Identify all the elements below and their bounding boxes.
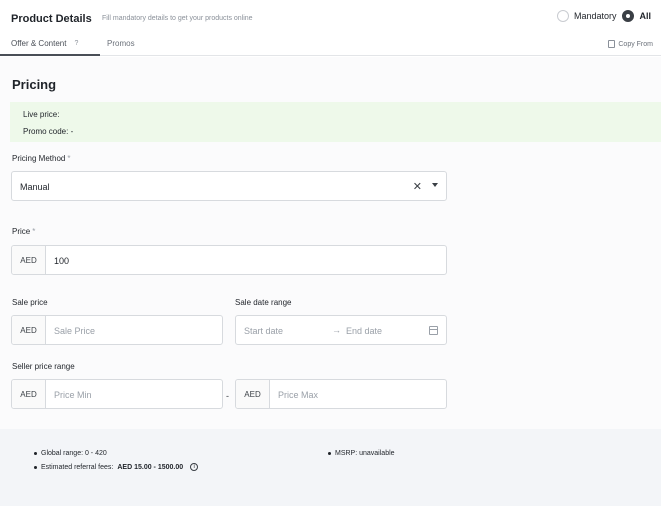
msrp-text: MSRP: unavailable bbox=[328, 450, 395, 457]
price-currency-addon: AED bbox=[12, 246, 46, 274]
live-price-text: Live price: bbox=[23, 110, 60, 119]
date-range-arrow: → bbox=[332, 325, 341, 335]
promo-code-text: Promo code: - bbox=[23, 127, 74, 136]
sale-price-input[interactable]: AED Sale Price bbox=[11, 315, 223, 345]
pricing-method-value: Manual bbox=[20, 182, 50, 192]
price-value[interactable]: 100 bbox=[54, 256, 69, 266]
header: Product Details Fill mandatory details t… bbox=[0, 0, 661, 34]
start-date-input[interactable]: Start date bbox=[244, 326, 283, 336]
price-max-input[interactable]: AED Price Max bbox=[235, 379, 447, 409]
price-label: Price * bbox=[12, 227, 36, 236]
page-title: Product Details bbox=[11, 13, 92, 25]
sale-date-range-picker[interactable]: Start date → End date bbox=[235, 315, 447, 345]
page-subtitle: Fill mandatory details to get your produ… bbox=[102, 15, 253, 22]
chevron-down-icon[interactable] bbox=[432, 183, 438, 187]
radio-label-mandatory: Mandatory bbox=[573, 11, 617, 21]
referral-fees-label: Estimated referral fees: bbox=[41, 463, 114, 471]
referral-fees-text: Estimated referral fees: AED 15.00 - 150… bbox=[34, 463, 199, 471]
range-separator: - bbox=[226, 391, 229, 401]
radio-circle-mandatory[interactable] bbox=[556, 10, 569, 22]
radio-all[interactable]: All bbox=[622, 10, 651, 22]
sale-price-currency-addon: AED bbox=[12, 316, 46, 344]
price-max-currency-addon: AED bbox=[236, 380, 270, 408]
tab-bar: Offer & Content ? Promos Copy From bbox=[0, 34, 661, 56]
price-min-placeholder[interactable]: Price Min bbox=[54, 390, 92, 400]
clear-icon[interactable]: ✕ bbox=[413, 180, 422, 193]
filter-radio-group: Mandatory All bbox=[556, 10, 651, 22]
price-min-input[interactable]: AED Price Min bbox=[11, 379, 223, 409]
tab-offer-content[interactable]: Offer & Content ? bbox=[11, 39, 80, 48]
seller-price-range-label: Seller price range bbox=[12, 362, 75, 371]
calendar-icon[interactable] bbox=[429, 326, 438, 335]
price-info-box: Live price: Promo code: - bbox=[10, 102, 661, 142]
section-title: Pricing bbox=[12, 77, 57, 92]
pricing-method-label: Pricing Method * bbox=[12, 154, 71, 163]
price-min-currency-addon: AED bbox=[12, 380, 46, 408]
radio-label-all: All bbox=[639, 11, 651, 21]
global-range-text: Global range: 0 - 420 bbox=[34, 450, 107, 457]
tab-help-icon: ? bbox=[74, 40, 79, 47]
active-tab-indicator bbox=[0, 54, 100, 56]
radio-mandatory[interactable]: Mandatory bbox=[556, 10, 617, 22]
price-max-placeholder[interactable]: Price Max bbox=[278, 390, 318, 400]
radio-circle-all[interactable] bbox=[622, 10, 635, 22]
tab-promos-label: Promos bbox=[107, 39, 135, 48]
sale-price-placeholder[interactable]: Sale Price bbox=[54, 326, 95, 336]
tab-offer-content-label: Offer & Content bbox=[11, 39, 67, 48]
tab-promos[interactable]: Promos bbox=[107, 39, 135, 48]
copy-icon bbox=[608, 40, 616, 48]
product-details-panel: Product Details Fill mandatory details t… bbox=[0, 0, 661, 506]
price-summary-footer: Global range: 0 - 420 MSRP: unavailable … bbox=[0, 429, 661, 506]
pricing-section: Pricing Live price: Promo code: - Pricin… bbox=[0, 57, 661, 506]
sale-date-range-label: Sale date range bbox=[235, 298, 292, 307]
info-icon[interactable]: i bbox=[190, 463, 199, 471]
sale-price-label: Sale price bbox=[12, 298, 48, 307]
end-date-input[interactable]: End date bbox=[346, 326, 382, 336]
price-input[interactable]: AED 100 bbox=[11, 245, 447, 275]
pricing-method-select[interactable]: Manual ✕ bbox=[11, 171, 447, 201]
copy-from-label: Copy From bbox=[618, 40, 653, 48]
referral-fees-value: AED 15.00 - 1500.00 bbox=[117, 463, 184, 471]
copy-from-button[interactable]: Copy From bbox=[608, 40, 653, 48]
